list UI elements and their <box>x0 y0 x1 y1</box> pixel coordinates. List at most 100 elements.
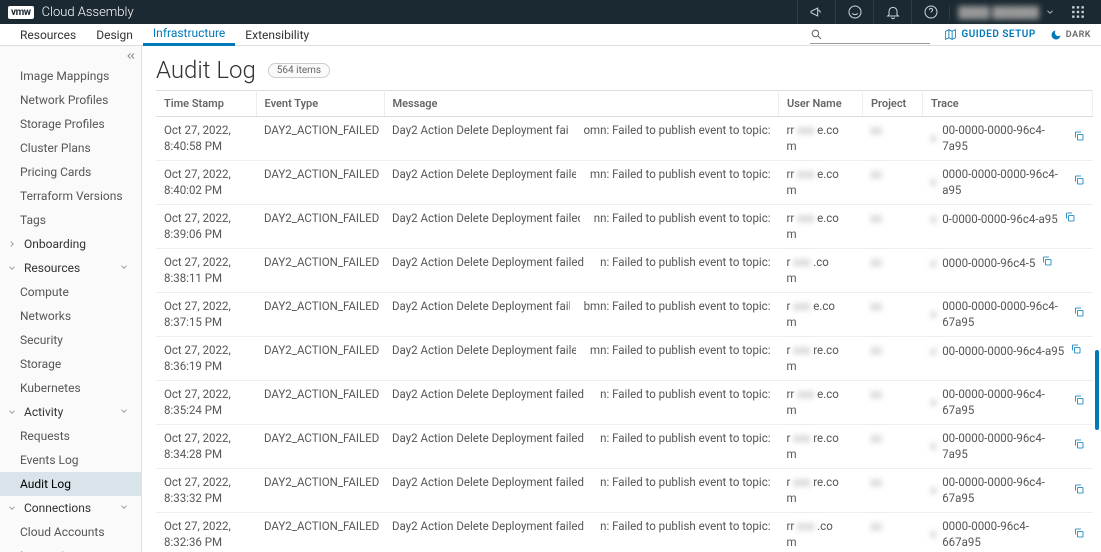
search-box[interactable] <box>810 26 930 44</box>
moon-icon <box>1050 29 1062 41</box>
nav-resources[interactable]: Resources <box>10 24 86 46</box>
cell-user: r xxx re.com <box>779 425 863 469</box>
cell-event-type: DAY2_ACTION_FAILED <box>256 425 384 469</box>
cell-message: Day2 Action Delete Deployment failed for… <box>384 469 779 513</box>
help-icon[interactable] <box>911 0 949 24</box>
table-row[interactable]: Oct 27, 2022, 8:34:28 PMDAY2_ACTION_FAIL… <box>156 425 1093 469</box>
cell-trace: x0000-0000-96c4-5 <box>923 249 1093 293</box>
column-header-user-name[interactable]: User Name <box>779 91 863 117</box>
cell-user: rr xxx e.com <box>779 117 863 161</box>
copy-icon[interactable] <box>1073 438 1085 455</box>
cell-trace: x00-0000-0000-96c4-67a95 <box>923 381 1093 425</box>
cell-trace: x00-0000-0000-96c4-67a95 <box>923 469 1093 513</box>
cell-timestamp: Oct 27, 2022, 8:33:32 PM <box>156 469 256 513</box>
dark-label: DARK <box>1066 30 1091 40</box>
sidebar-item-integrations[interactable]: Integrations <box>0 544 141 552</box>
cell-message: Day2 Action Delete Deployment failed for… <box>384 513 779 552</box>
cell-event-type: DAY2_ACTION_FAILED <box>256 469 384 513</box>
sidebar-group-resources[interactable]: Resources <box>0 256 141 280</box>
cell-message: Day2 Action Delete Deployment failed for… <box>384 425 779 469</box>
column-header-time-stamp[interactable]: Time Stamp <box>156 91 256 117</box>
sidebar-item-compute[interactable]: Compute <box>0 280 141 304</box>
sidebar-item-tags[interactable]: Tags <box>0 208 141 232</box>
table-row[interactable]: Oct 27, 2022, 8:37:15 PMDAY2_ACTION_FAIL… <box>156 293 1093 337</box>
copy-icon[interactable] <box>1070 343 1082 360</box>
cell-timestamp: Oct 27, 2022, 8:36:19 PM <box>156 337 256 381</box>
cell-project: xx <box>863 381 923 425</box>
smile-icon[interactable] <box>835 0 873 24</box>
apps-grid-icon[interactable] <box>1063 5 1093 19</box>
copy-icon[interactable] <box>1073 394 1085 411</box>
nav-extensibility[interactable]: Extensibility <box>235 24 319 46</box>
sidebar-item-cluster-plans[interactable]: Cluster Plans <box>0 136 141 160</box>
cell-message: Day2 Action Delete Deployment failed for… <box>384 293 779 337</box>
cell-message: Day2 Action Delete Deployment failed for… <box>384 381 779 425</box>
table-row[interactable]: Oct 27, 2022, 8:36:19 PMDAY2_ACTION_FAIL… <box>156 337 1093 381</box>
copy-icon[interactable] <box>1073 174 1085 191</box>
sidebar-item-storage-profiles[interactable]: Storage Profiles <box>0 112 141 136</box>
table-row[interactable]: Oct 27, 2022, 8:39:06 PMDAY2_ACTION_FAIL… <box>156 205 1093 249</box>
cell-user: r xxx e.com <box>779 293 863 337</box>
announce-icon[interactable] <box>797 0 835 24</box>
copy-icon[interactable] <box>1073 527 1085 544</box>
cell-message: Day2 Action Delete Deployment failed for… <box>384 205 779 249</box>
cell-event-type: DAY2_ACTION_FAILED <box>256 293 384 337</box>
sidebar-item-networks[interactable]: Networks <box>0 304 141 328</box>
table-row[interactable]: Oct 27, 2022, 8:40:02 PMDAY2_ACTION_FAIL… <box>156 161 1093 205</box>
copy-icon[interactable] <box>1073 306 1085 323</box>
user-menu[interactable]: ████ ██████ <box>949 6 1063 19</box>
cell-event-type: DAY2_ACTION_FAILED <box>256 161 384 205</box>
table-row[interactable]: Oct 27, 2022, 8:35:24 PMDAY2_ACTION_FAIL… <box>156 381 1093 425</box>
column-header-trace[interactable]: Trace <box>923 91 1093 117</box>
sidebar-group-onboarding[interactable]: Onboarding <box>0 232 141 256</box>
sidebar-item-kubernetes[interactable]: Kubernetes <box>0 376 141 400</box>
sidebar-group-connections[interactable]: Connections <box>0 496 141 520</box>
sidebar-item-pricing-cards[interactable]: Pricing Cards <box>0 160 141 184</box>
sidebar-item-audit-log[interactable]: Audit Log <box>0 472 141 496</box>
dark-mode-toggle[interactable]: DARK <box>1050 29 1091 41</box>
cell-trace: x0000-0000-96c4-667a95 <box>923 513 1093 552</box>
map-icon <box>944 28 957 41</box>
table-row[interactable]: Oct 27, 2022, 8:33:32 PMDAY2_ACTION_FAIL… <box>156 469 1093 513</box>
guided-setup-button[interactable]: GUIDED SETUP <box>944 28 1035 41</box>
cell-timestamp: Oct 27, 2022, 8:40:02 PM <box>156 161 256 205</box>
table-row[interactable]: Oct 27, 2022, 8:38:11 PMDAY2_ACTION_FAIL… <box>156 249 1093 293</box>
nav-infrastructure[interactable]: Infrastructure <box>143 24 235 46</box>
copy-icon[interactable] <box>1073 483 1085 500</box>
cell-project: xx <box>863 161 923 205</box>
copy-icon[interactable] <box>1041 255 1053 272</box>
item-count-badge: 564 items <box>268 63 330 78</box>
cell-user: r xxx re.com <box>779 469 863 513</box>
sidebar-item-cloud-accounts[interactable]: Cloud Accounts <box>0 520 141 544</box>
cell-timestamp: Oct 27, 2022, 8:34:28 PM <box>156 425 256 469</box>
sidebar-item-storage[interactable]: Storage <box>0 352 141 376</box>
cell-timestamp: Oct 27, 2022, 8:35:24 PM <box>156 381 256 425</box>
sidebar-item-image-mappings[interactable]: Image Mappings <box>0 64 141 88</box>
column-header-message[interactable]: Message <box>384 91 779 117</box>
sidebar-item-network-profiles[interactable]: Network Profiles <box>0 88 141 112</box>
bell-icon[interactable] <box>873 0 911 24</box>
table-row[interactable]: Oct 27, 2022, 8:40:58 PMDAY2_ACTION_FAIL… <box>156 117 1093 161</box>
cell-trace: x0000-0000-0000-96c4-67a95 <box>923 293 1093 337</box>
scrollbar-thumb[interactable] <box>1095 350 1099 430</box>
sidebar-item-security[interactable]: Security <box>0 328 141 352</box>
sidebar-group-activity[interactable]: Activity <box>0 400 141 424</box>
cell-trace: x0000-0000-0000-96c4-a95 <box>923 161 1093 205</box>
table-row[interactable]: Oct 27, 2022, 8:32:36 PMDAY2_ACTION_FAIL… <box>156 513 1093 552</box>
sidebar-item-requests[interactable]: Requests <box>0 424 141 448</box>
cell-trace: x00-0000-0000-96c4-7a95 <box>923 117 1093 161</box>
copy-icon[interactable] <box>1073 130 1085 147</box>
cell-timestamp: Oct 27, 2022, 8:32:36 PM <box>156 513 256 552</box>
app-header: vmw Cloud Assembly ████ ██████ <box>0 0 1101 24</box>
column-header-event-type[interactable]: Event Type <box>256 91 384 117</box>
search-icon <box>810 28 823 41</box>
cell-message: Day2 Action Delete Deployment failed for… <box>384 337 779 381</box>
nav-design[interactable]: Design <box>86 24 143 46</box>
copy-icon[interactable] <box>1064 211 1076 228</box>
sidebar-collapse-button[interactable] <box>125 50 137 65</box>
sidebar-item-events-log[interactable]: Events Log <box>0 448 141 472</box>
cell-project: xx <box>863 117 923 161</box>
sidebar-item-terraform-versions[interactable]: Terraform Versions <box>0 184 141 208</box>
column-header-project[interactable]: Project <box>863 91 923 117</box>
search-input[interactable] <box>823 26 923 43</box>
